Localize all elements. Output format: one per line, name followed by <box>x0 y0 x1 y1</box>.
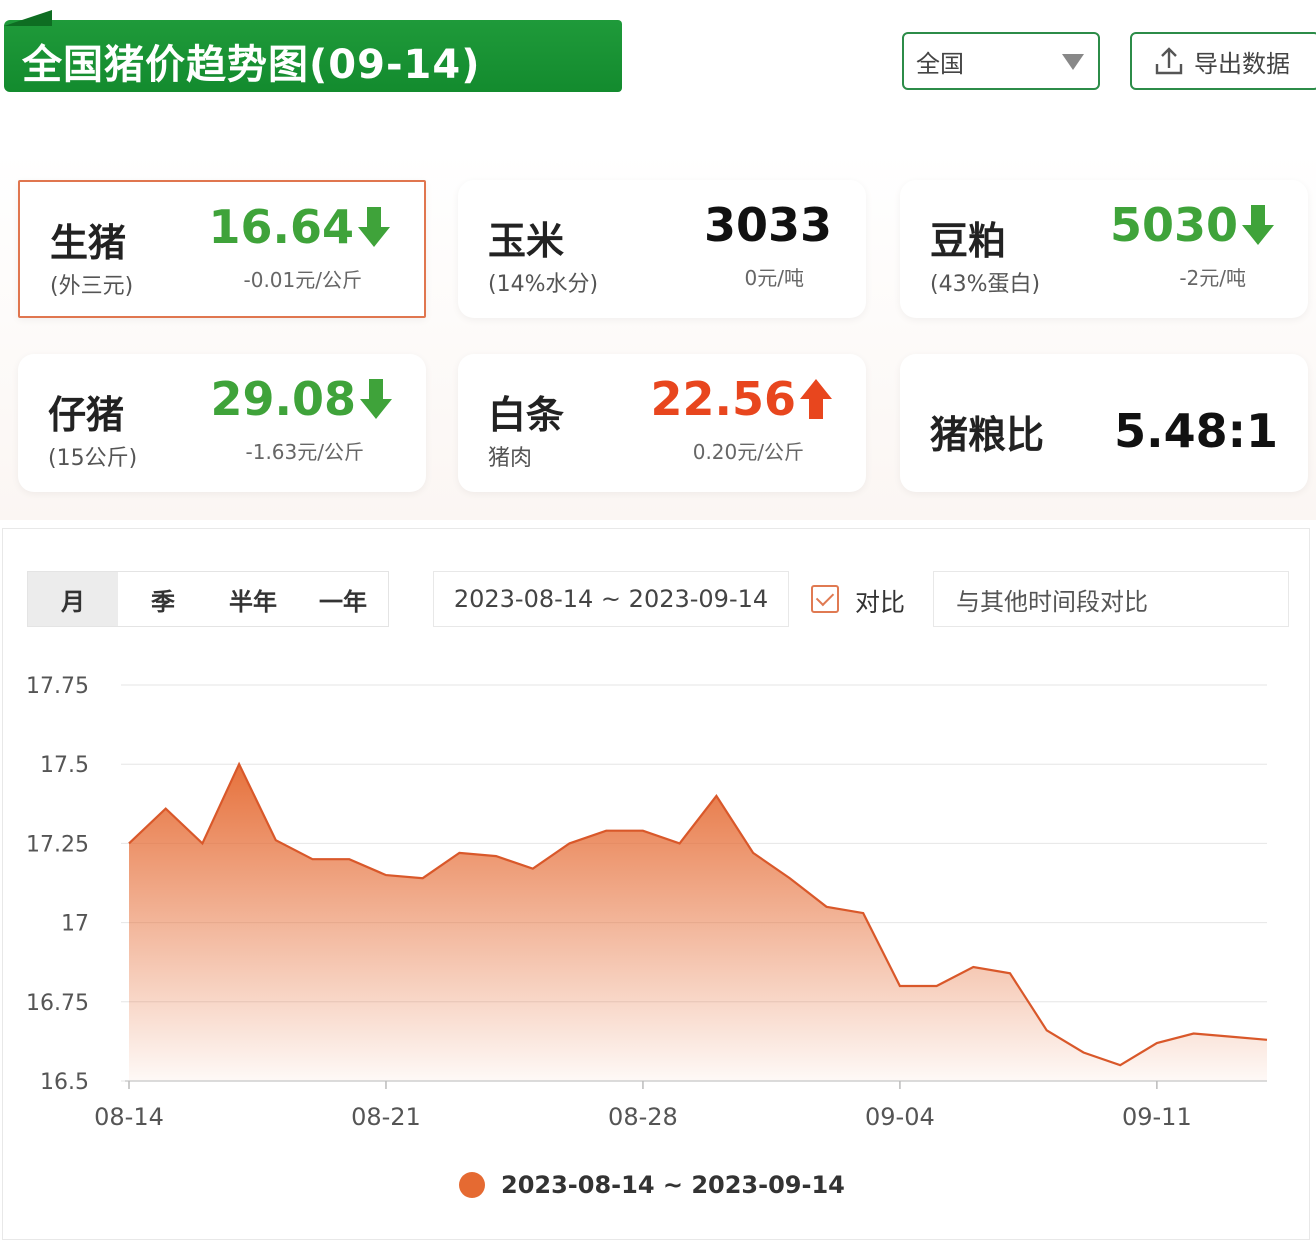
card-price: 22.56 <box>650 372 834 426</box>
card-sub: (外三元) <box>50 274 134 299</box>
card-change: -2元/吨 <box>1179 266 1246 290</box>
card-name: 生猪 <box>50 221 127 265</box>
card-price: 16.64 <box>208 200 392 254</box>
chart-legend[interactable]: 2023-08-14 ~ 2023-09-14 <box>459 1171 845 1199</box>
card-change: -1.63元/公斤 <box>245 440 365 464</box>
card-hog-grain-ratio[interactable]: 猪粮比 5.48:1 <box>900 354 1308 492</box>
x-tick-label: 08-28 <box>608 1103 678 1131</box>
card-price: 3033 <box>704 198 832 252</box>
card-price-value: 5030 <box>1109 198 1238 252</box>
card-soybean-meal[interactable]: 豆粕 (43%蛋白) 5030 -2元/吨 <box>900 180 1308 318</box>
upload-icon <box>1155 47 1183 75</box>
arrow-down-icon <box>358 207 390 247</box>
x-tick-label: 09-04 <box>865 1103 935 1131</box>
card-name: 豆粕 <box>930 219 1007 263</box>
arrow-down-icon <box>360 379 392 419</box>
export-data-label: 导出数据 <box>1194 49 1290 78</box>
chart-panel: 月 季 半年 一年 2023-08-14 ~ 2023-09-14 对比 与其他… <box>2 528 1310 1240</box>
card-price-value: 29.08 <box>210 372 356 426</box>
card-ratio-value: 5.48:1 <box>1114 404 1278 458</box>
card-piglet[interactable]: 仔猪 (15公斤) 29.08 -1.63元/公斤 <box>18 354 426 492</box>
card-price: 29.08 <box>210 372 394 426</box>
card-sub: (43%蛋白) <box>930 272 1041 297</box>
page-title: 全国猪价趋势图(09-14) <box>22 42 481 88</box>
y-tick-label: 17.75 <box>26 674 89 699</box>
card-sub: (15公斤) <box>48 446 138 471</box>
card-name: 猪粮比 <box>930 413 1045 457</box>
arrow-down-icon <box>1242 205 1274 245</box>
card-name: 白条 <box>488 393 565 437</box>
y-tick-label: 17 <box>61 912 89 937</box>
legend-label: 2023-08-14 ~ 2023-09-14 <box>501 1171 845 1199</box>
price-trend-chart: 16.5 16.75 17 17.25 17.5 17.75 08-14 08-21 08-28… <box>26 674 1268 1131</box>
region-select[interactable]: 全国 <box>902 32 1100 90</box>
title-banner: 全国猪价趋势图(09-14) <box>4 10 622 92</box>
card-sub: (14%水分) <box>488 272 599 297</box>
region-select-value: 全国 <box>916 49 964 78</box>
banner-corner <box>4 10 52 26</box>
y-tick-label: 16.75 <box>26 991 89 1016</box>
card-price-value: 16.64 <box>208 200 354 254</box>
card-price-value: 22.56 <box>650 372 796 426</box>
export-data-button[interactable]: 导出数据 <box>1130 32 1316 90</box>
legend-marker <box>459 1172 485 1198</box>
card-sub: 猪肉 <box>488 446 533 471</box>
card-price: 5030 <box>1110 198 1276 252</box>
x-tick-label: 08-14 <box>94 1103 164 1131</box>
card-live-hog[interactable]: 生猪 (外三元) 16.64 -0.01元/公斤 <box>18 180 426 318</box>
y-tick-label: 17.5 <box>40 753 89 778</box>
chevron-down-icon <box>1062 54 1084 70</box>
card-change: 0元/吨 <box>744 266 804 290</box>
card-carcass-pork[interactable]: 白条 猪肉 22.56 0.20元/公斤 <box>458 354 866 492</box>
card-corn[interactable]: 玉米 (14%水分) 3033 0元/吨 <box>458 180 866 318</box>
price-cards-area: 生猪 (外三元) 16.64 -0.01元/公斤 玉米 (14%水分) 3033… <box>0 150 1316 520</box>
y-tick-label: 16.5 <box>40 1070 89 1095</box>
card-name: 玉米 <box>488 219 565 263</box>
card-price-value: 3033 <box>703 198 832 252</box>
x-tick-label: 08-21 <box>351 1103 421 1131</box>
arrow-up-icon <box>800 379 832 419</box>
card-change: -0.01元/公斤 <box>243 268 363 292</box>
y-tick-label: 17.25 <box>26 832 89 857</box>
card-change: 0.20元/公斤 <box>692 440 804 464</box>
card-name: 仔猪 <box>48 393 125 437</box>
x-tick-label: 09-11 <box>1122 1103 1192 1131</box>
